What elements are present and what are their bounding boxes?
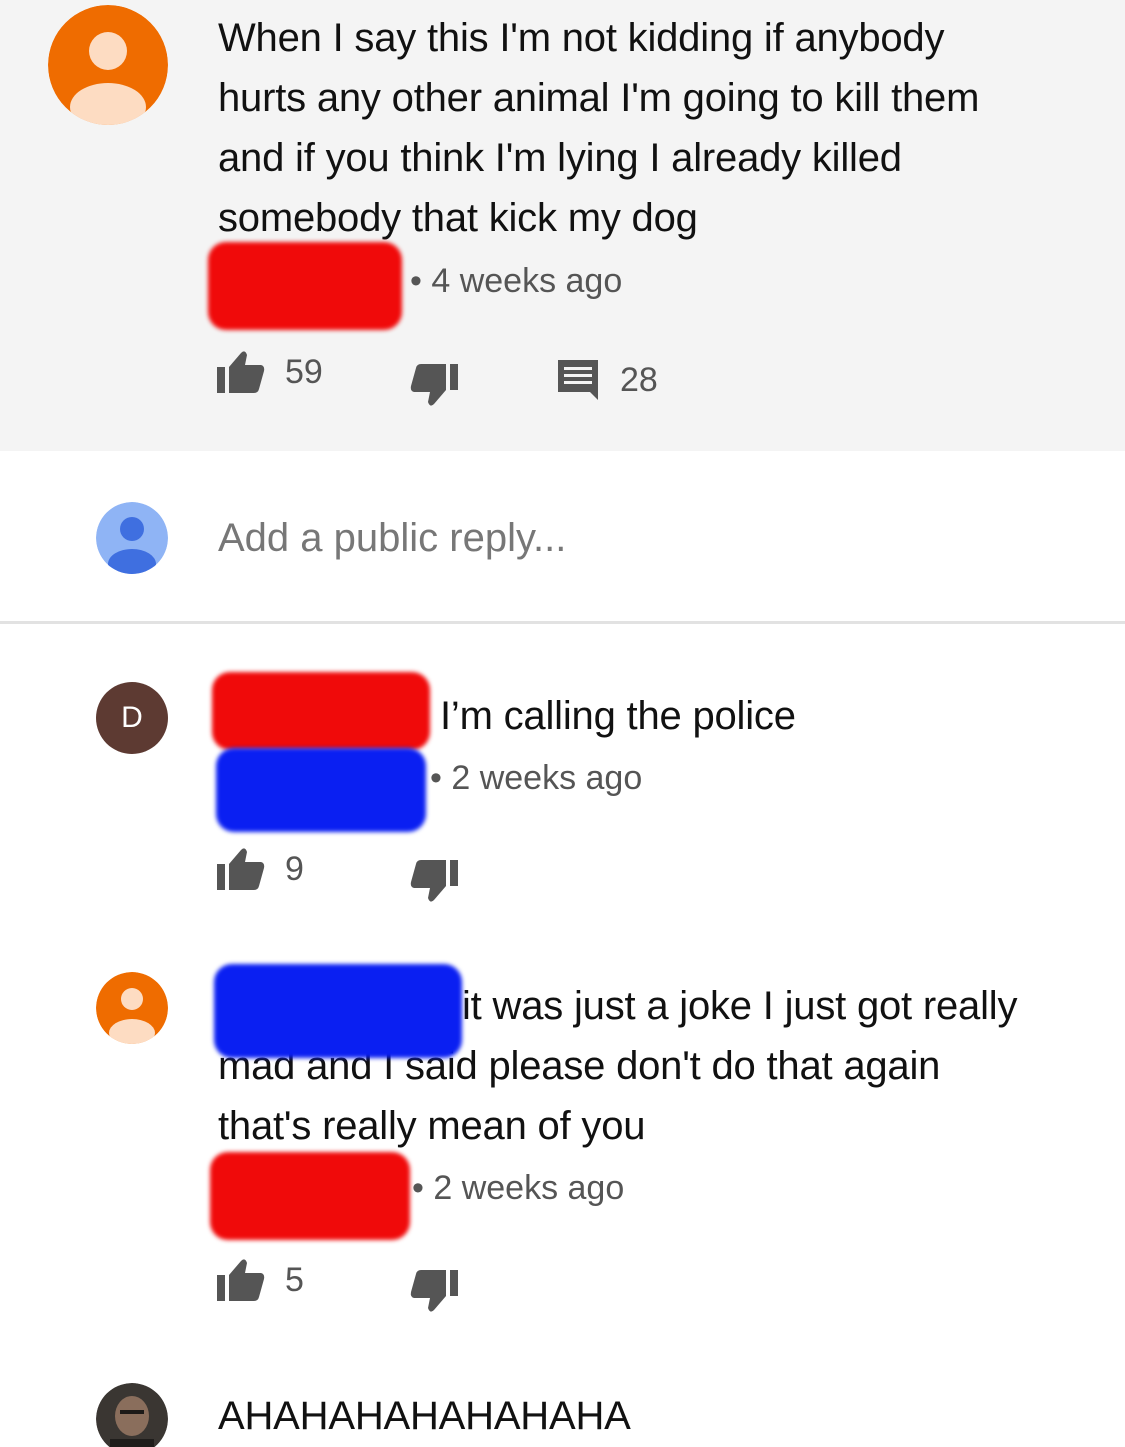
- like-count: 9: [285, 849, 304, 888]
- profile-photo-icon: [96, 1383, 168, 1447]
- comment-timestamp: • 4 weeks ago: [410, 262, 623, 300]
- user-avatar-icon: [96, 972, 168, 1044]
- thumb-up-icon: [217, 1259, 265, 1301]
- commenter-avatar[interactable]: [48, 5, 168, 125]
- comment-icon: [558, 360, 598, 400]
- reply-body: AHAHAHAHAHAHAHA: [218, 1394, 631, 1438]
- redacted-username: [214, 964, 462, 1058]
- reply-count: 28: [620, 360, 658, 399]
- thumb-down-icon: [410, 1270, 458, 1312]
- dislike-button[interactable]: [410, 1268, 458, 1314]
- dislike-button[interactable]: [410, 858, 458, 904]
- user-avatar-icon: [48, 5, 168, 125]
- thumb-down-icon: [410, 364, 458, 406]
- comment-line: somebody that kick my dog: [218, 196, 698, 240]
- dislike-button[interactable]: [410, 362, 458, 408]
- thumb-up-icon: [217, 848, 265, 890]
- like-count: 5: [285, 1260, 304, 1299]
- reply-avatar[interactable]: [96, 1383, 168, 1447]
- reply-avatar[interactable]: D: [96, 682, 168, 754]
- comment-line: When I say this I'm not kidding if anybo…: [218, 16, 945, 60]
- avatar-letter: D: [121, 701, 143, 734]
- like-button[interactable]: 5: [217, 1257, 304, 1303]
- reply-count-button[interactable]: 28: [556, 358, 658, 402]
- reply-input[interactable]: Add a public reply...: [218, 516, 566, 561]
- thumb-down-icon: [410, 860, 458, 902]
- thumb-up-icon: [217, 351, 265, 393]
- reply-avatar[interactable]: [96, 972, 168, 1044]
- comment-line: hurts any other animal I'm going to kill…: [218, 76, 980, 120]
- reply-timestamp: • 2 weeks ago: [412, 1169, 625, 1207]
- redacted-username: [208, 242, 402, 330]
- user-avatar-icon: [96, 502, 168, 574]
- like-button[interactable]: 59: [217, 349, 323, 395]
- reply-line: that's really mean of you: [218, 1104, 646, 1148]
- reply-body: I’m calling the police: [440, 694, 796, 738]
- redacted-username: [212, 672, 430, 750]
- current-user-avatar: [96, 502, 168, 574]
- comment-body: When I say this I'm not kidding if anybo…: [218, 8, 979, 248]
- like-count: 59: [285, 352, 323, 391]
- redacted-username: [216, 748, 426, 832]
- redacted-username: [210, 1152, 410, 1240]
- like-button[interactable]: 9: [217, 846, 304, 892]
- comment-line: and if you think I'm lying I already kil…: [218, 136, 902, 180]
- reply-timestamp: • 2 weeks ago: [430, 759, 643, 797]
